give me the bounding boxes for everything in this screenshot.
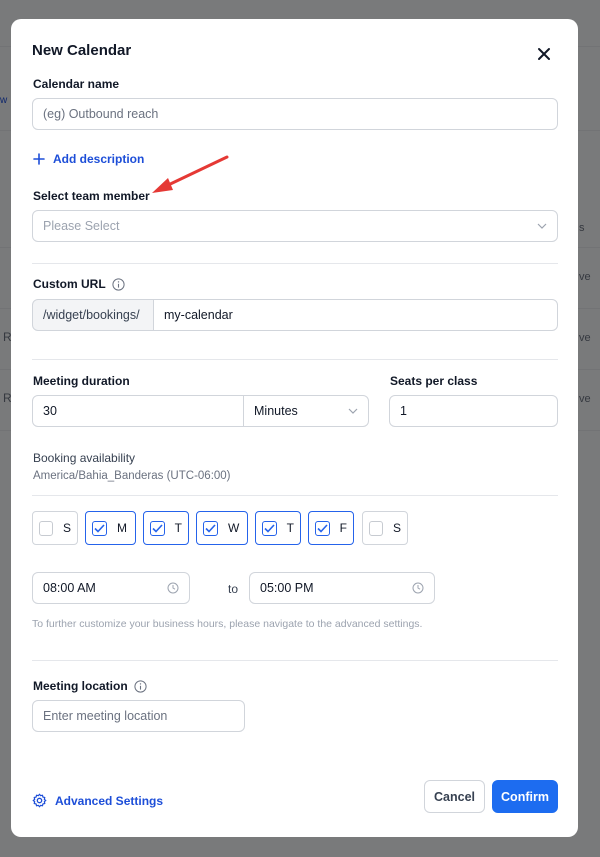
custom-url-label: Custom URL bbox=[33, 277, 106, 291]
divider bbox=[32, 263, 558, 264]
calendar-name-input[interactable]: (eg) Outbound reach bbox=[32, 98, 558, 130]
day-toggle-monday[interactable]: M bbox=[85, 511, 136, 545]
team-member-select[interactable]: Please Select bbox=[32, 210, 558, 242]
business-hours-hint: To further customize your business hours… bbox=[32, 618, 423, 630]
add-description-link[interactable]: Add description bbox=[33, 152, 144, 166]
day-toggle-thursday[interactable]: T bbox=[255, 511, 301, 545]
checkbox-checked[interactable] bbox=[262, 520, 277, 536]
seats-label: Seats per class bbox=[390, 374, 478, 388]
custom-url-prefix-text: /widget/bookings/ bbox=[43, 308, 140, 322]
to-label: to bbox=[228, 582, 239, 596]
day-label: F bbox=[339, 521, 347, 535]
team-member-label: Select team member bbox=[33, 189, 150, 203]
chevron-down-icon bbox=[348, 408, 358, 414]
close-icon bbox=[538, 48, 550, 60]
day-label: T bbox=[174, 521, 182, 535]
custom-url-input[interactable]: my-calendar bbox=[153, 299, 558, 331]
modal-title: New Calendar bbox=[32, 42, 132, 59]
duration-unit-value: Minutes bbox=[254, 404, 298, 418]
advanced-settings-label: Advanced Settings bbox=[55, 793, 164, 808]
timezone-text: America/Bahia_Banderas (UTC-06:00) bbox=[33, 470, 231, 482]
checkmark-icon bbox=[94, 523, 105, 533]
checkbox[interactable] bbox=[39, 520, 53, 536]
checkmark-icon bbox=[264, 523, 275, 533]
start-time-input[interactable]: 08:00 AM bbox=[32, 572, 190, 604]
checkbox-checked[interactable] bbox=[203, 520, 218, 536]
divider bbox=[32, 359, 558, 360]
end-time-value: 05:00 PM bbox=[260, 581, 314, 595]
checkmark-icon bbox=[205, 523, 216, 533]
day-label: W bbox=[228, 521, 240, 535]
annotation-arrow-icon bbox=[152, 155, 229, 193]
location-input[interactable]: Enter meeting location bbox=[32, 700, 245, 732]
seats-value: 1 bbox=[400, 404, 407, 418]
info-icon[interactable] bbox=[112, 277, 125, 291]
calendar-name-label: Calendar name bbox=[33, 77, 120, 91]
divider bbox=[32, 495, 558, 496]
custom-url-prefix: /widget/bookings/ bbox=[32, 299, 154, 331]
day-toggle-friday[interactable]: F bbox=[308, 511, 354, 545]
day-toggle-tuesday[interactable]: T bbox=[143, 511, 189, 545]
close-button[interactable] bbox=[535, 45, 553, 63]
add-description-label: Add description bbox=[53, 152, 145, 166]
cancel-button[interactable]: Cancel bbox=[424, 780, 485, 813]
calendar-name-placeholder: (eg) Outbound reach bbox=[43, 107, 159, 121]
checkbox[interactable] bbox=[369, 520, 383, 536]
location-placeholder: Enter meeting location bbox=[43, 709, 168, 723]
availability-label: Booking availability bbox=[33, 451, 136, 465]
clock-icon bbox=[412, 582, 424, 594]
checkmark-icon bbox=[317, 523, 328, 533]
checkbox-checked[interactable] bbox=[315, 520, 330, 536]
day-toggle-sunday[interactable]: S bbox=[32, 511, 78, 545]
duration-unit-select[interactable]: Minutes bbox=[243, 395, 369, 427]
confirm-button[interactable]: Confirm bbox=[492, 780, 558, 813]
chevron-down-icon bbox=[537, 223, 547, 229]
gear-icon bbox=[32, 793, 47, 808]
seats-input[interactable]: 1 bbox=[389, 395, 558, 427]
day-label: M bbox=[117, 521, 127, 535]
location-label: Meeting location bbox=[33, 679, 128, 693]
plus-icon bbox=[33, 153, 45, 165]
day-label: S bbox=[392, 521, 401, 535]
team-member-placeholder: Please Select bbox=[43, 219, 120, 233]
meeting-duration-input[interactable]: 30 bbox=[32, 395, 245, 427]
clock-icon bbox=[167, 582, 179, 594]
day-label: S bbox=[62, 521, 71, 535]
new-calendar-modal: New Calendar Calendar name (eg) Outbound… bbox=[11, 19, 578, 837]
advanced-settings-link[interactable]: Advanced Settings bbox=[32, 793, 163, 808]
custom-url-value: my-calendar bbox=[164, 308, 233, 322]
end-time-input[interactable]: 05:00 PM bbox=[249, 572, 435, 604]
day-toggle-saturday[interactable]: S bbox=[362, 511, 408, 545]
meeting-duration-label: Meeting duration bbox=[33, 374, 130, 388]
meeting-duration-value: 30 bbox=[43, 404, 57, 418]
checkbox-checked[interactable] bbox=[92, 520, 107, 536]
divider bbox=[32, 660, 558, 661]
day-label: T bbox=[286, 521, 294, 535]
start-time-value: 08:00 AM bbox=[43, 581, 96, 595]
day-toggle-wednesday[interactable]: W bbox=[196, 511, 248, 545]
info-icon[interactable] bbox=[134, 679, 147, 693]
custom-url-label-row: Custom URL bbox=[33, 277, 125, 291]
checkmark-icon bbox=[152, 523, 163, 533]
checkbox-checked[interactable] bbox=[150, 520, 165, 536]
location-label-row: Meeting location bbox=[33, 679, 147, 693]
